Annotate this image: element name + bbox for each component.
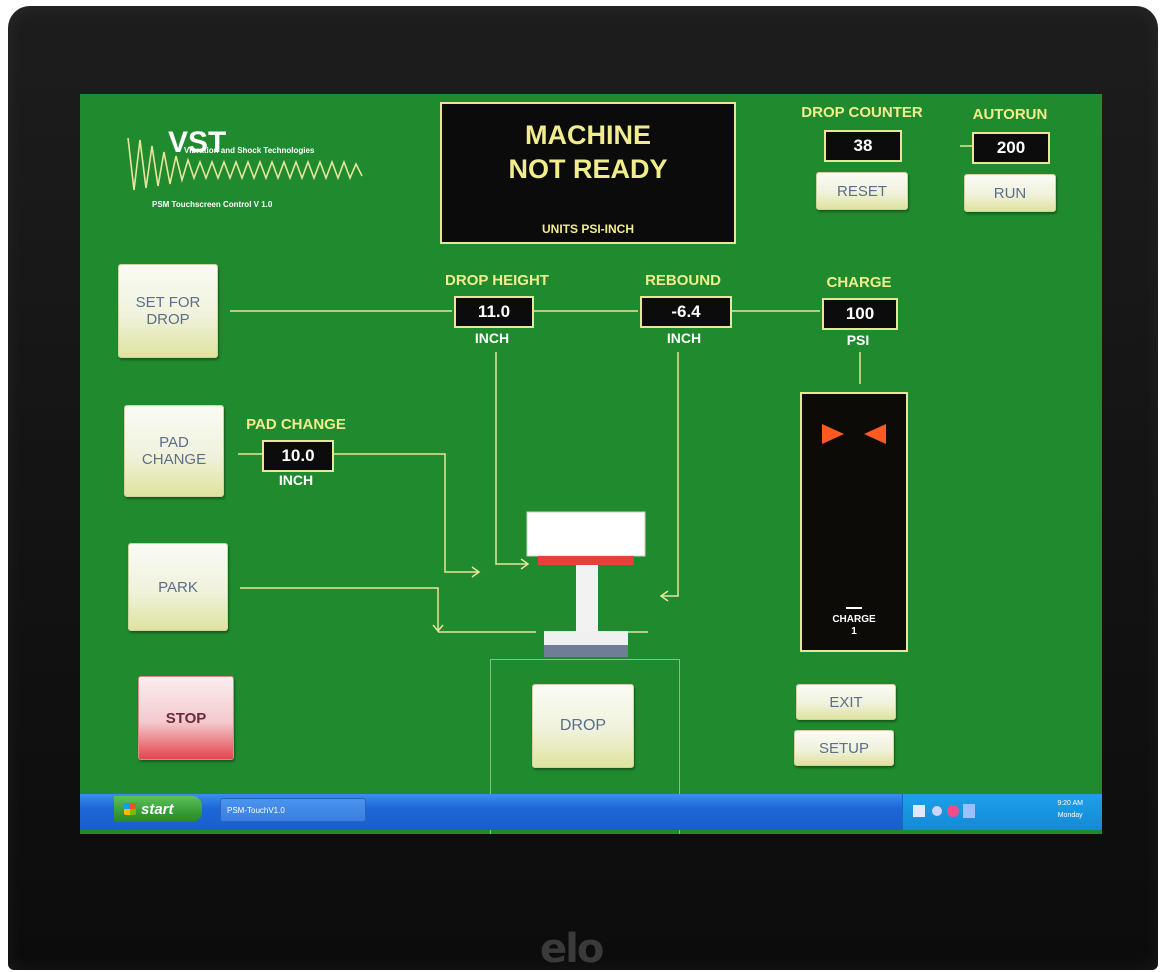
start-label: start <box>141 800 174 818</box>
units-label: UNITS PSI-INCH <box>541 222 634 236</box>
tray-network-icon <box>932 806 942 816</box>
rebound-unit: INCH <box>666 330 702 346</box>
charge-unit: PSI <box>846 332 870 348</box>
rebound-label: REBOUND <box>645 272 721 289</box>
elo-brand-logo: elo <box>540 926 604 972</box>
tray-clock: 9:20 AM Monday <box>1057 798 1083 822</box>
machine-status-panel: MACHINE NOT READY UNITS PSI-INCH <box>440 102 736 244</box>
pad-change-line2: CHANGE <box>141 451 207 468</box>
task-app-label: PSM-TouchV1.0 <box>227 805 285 815</box>
setup-button[interactable]: SETUP <box>794 730 894 766</box>
set-for-drop-line1: SET FOR <box>135 294 201 311</box>
start-button[interactable]: start <box>114 796 202 822</box>
drop-counter-value: 38 <box>824 130 902 162</box>
tray-icons <box>913 804 975 818</box>
pad-change-line1: PAD <box>159 434 189 451</box>
set-for-drop-button[interactable]: SET FOR DROP <box>118 264 218 358</box>
logo-company-name: Vibration and Shock Technologies <box>184 146 315 155</box>
drop-height-value[interactable]: 11.0 <box>454 296 534 328</box>
drop-machine-graphic <box>526 511 646 657</box>
charge-value[interactable]: 100 <box>822 298 898 330</box>
tray-help-icon <box>913 805 925 817</box>
park-button[interactable]: PARK <box>128 543 228 631</box>
drop-button[interactable]: DROP <box>532 684 634 768</box>
drop-height-label: DROP HEIGHT <box>445 272 549 289</box>
taskbar-app-psm-touch[interactable]: PSM-TouchV1.0 <box>220 798 366 822</box>
run-button[interactable]: RUN <box>964 174 1056 212</box>
exit-button[interactable]: EXIT <box>796 684 896 720</box>
rebound-value: -6.4 <box>640 296 732 328</box>
charge-label: CHARGE <box>826 274 892 291</box>
windows-taskbar: start PSM-TouchV1.0 9:20 AM Monday <box>80 794 1102 830</box>
logo-version-text: PSM Touchscreen Control V 1.0 <box>152 200 273 209</box>
system-tray: 9:20 AM Monday <box>902 794 1102 830</box>
tray-day: Monday <box>1057 812 1083 819</box>
autorun-value[interactable]: 200 <box>972 132 1050 164</box>
drop-height-unit: INCH <box>474 330 510 346</box>
charge-gauge-value: 1 <box>851 626 857 637</box>
tray-security-icon <box>947 805 959 817</box>
pad-change-unit: INCH <box>278 472 314 488</box>
pad-change-label: PAD CHANGE <box>246 416 346 433</box>
windows-flag-icon <box>124 803 136 815</box>
tray-display-icon <box>963 804 975 818</box>
charge-gauge-label: CHARGE 1 <box>802 614 906 638</box>
drop-counter-label: DROP COUNTER <box>801 104 923 121</box>
status-line-2: NOT READY <box>508 154 668 184</box>
touchscreen-display: VST Vibration and Shock Technologies PSM… <box>80 94 1102 834</box>
tray-time: 9:20 AM <box>1057 800 1083 807</box>
pad-change-button[interactable]: PAD CHANGE <box>124 405 224 497</box>
stop-button[interactable]: STOP <box>138 676 234 760</box>
set-for-drop-line2: DROP <box>146 311 190 328</box>
charge-gauge-title: CHARGE <box>832 614 876 625</box>
pad-change-value[interactable]: 10.0 <box>262 440 334 472</box>
reset-button[interactable]: RESET <box>816 172 908 210</box>
autorun-label: AUTORUN <box>972 106 1048 123</box>
status-line-1: MACHINE <box>525 120 651 150</box>
monitor-bezel: elo VST Vibration and Shock Technologies… <box>8 6 1158 972</box>
charge-indicator-arrows-icon <box>822 424 886 609</box>
charge-gauge: CHARGE 1 <box>800 392 908 652</box>
